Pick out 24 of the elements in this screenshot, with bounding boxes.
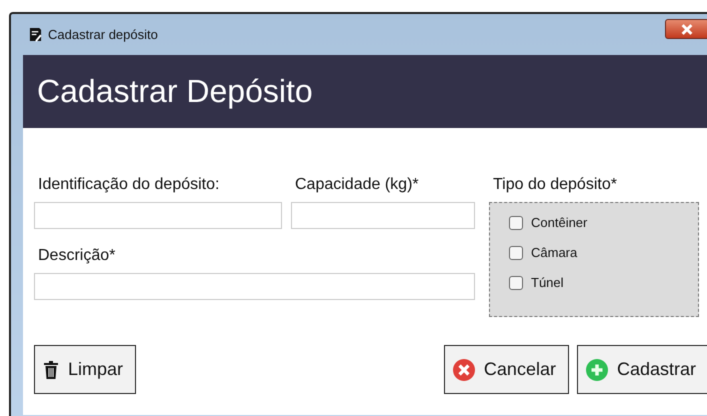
trash-icon xyxy=(43,360,59,380)
checkbox-label: Câmara xyxy=(531,245,578,260)
checkbox[interactable] xyxy=(509,216,523,230)
field-label: Descrição* xyxy=(37,247,116,265)
input-field[interactable] xyxy=(34,202,282,229)
add-icon xyxy=(586,358,608,380)
clear-button[interactable]: Limpar xyxy=(34,345,136,394)
checkbox[interactable] xyxy=(509,246,523,260)
page-title: Cadastrar Depósito xyxy=(37,73,313,110)
group-label: Tipo do depósito* xyxy=(492,176,618,194)
add-button[interactable]: Cadastrar xyxy=(576,345,707,394)
checkbox-label: Contêiner xyxy=(531,215,588,230)
cancel-icon xyxy=(452,358,475,380)
close-button[interactable] xyxy=(665,19,707,39)
input-field[interactable] xyxy=(291,202,475,229)
checkbox[interactable] xyxy=(509,276,523,290)
close-icon xyxy=(680,24,694,34)
cancel-button[interactable]: Cancelar xyxy=(444,345,569,394)
input-field[interactable] xyxy=(34,273,475,300)
field-label: Identificação do depósito: xyxy=(37,176,220,194)
checkbox-label: Túnel xyxy=(531,275,564,290)
form-icon xyxy=(29,27,42,42)
field-label: Capacidade (kg)* xyxy=(294,176,420,194)
window-title: Cadastrar depósito xyxy=(48,27,158,42)
